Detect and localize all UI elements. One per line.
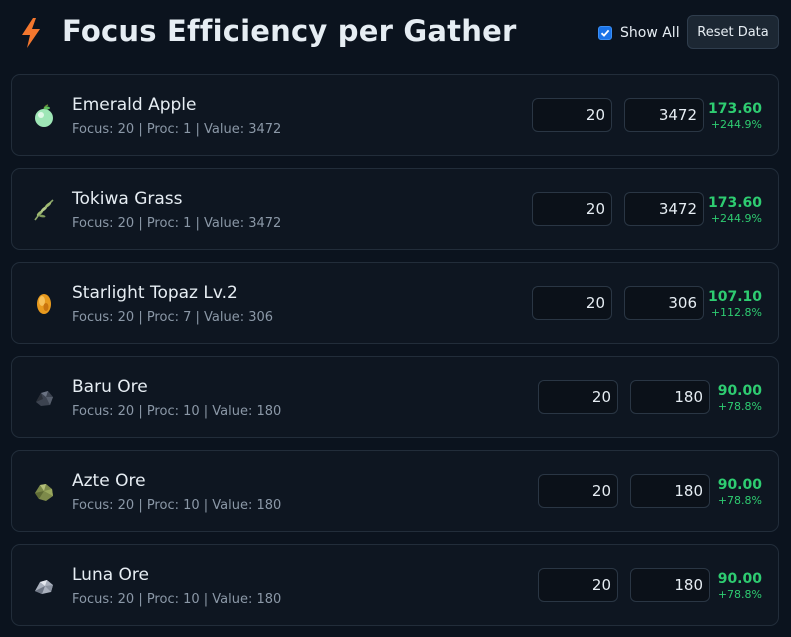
- item-meta: Focus: 20 | Proc: 10 | Value: 180: [72, 498, 282, 513]
- value-input[interactable]: [630, 474, 710, 508]
- efficiency-result: 173.60 +244.9%: [708, 100, 762, 132]
- focus-input[interactable]: [538, 568, 618, 602]
- topaz-icon: [32, 292, 56, 316]
- item-card-luna-ore: Luna Ore Focus: 20 | Proc: 10 | Value: 1…: [11, 544, 779, 626]
- focus-input[interactable]: [532, 192, 612, 226]
- efficiency-result: 90.00 +78.8%: [718, 382, 762, 414]
- efficiency-score: 90.00: [717, 383, 762, 399]
- efficiency-score: 173.60: [707, 101, 762, 117]
- reset-data-button[interactable]: Reset Data: [687, 15, 779, 49]
- ore-icon: [32, 480, 56, 504]
- item-meta: Focus: 20 | Proc: 10 | Value: 180: [72, 404, 282, 419]
- efficiency-percent: +112.8%: [710, 306, 762, 319]
- efficiency-result: 107.10 +112.8%: [708, 288, 762, 320]
- item-list: Emerald Apple Focus: 20 | Proc: 1 | Valu…: [11, 74, 779, 637]
- checkmark-icon: [600, 29, 610, 37]
- item-name: Baru Ore: [72, 377, 148, 397]
- value-input[interactable]: [624, 98, 704, 132]
- item-meta: Focus: 20 | Proc: 1 | Value: 3472: [72, 216, 282, 231]
- item-name: Tokiwa Grass: [72, 189, 183, 209]
- value-input[interactable]: [630, 568, 710, 602]
- focus-input[interactable]: [538, 474, 618, 508]
- ore-icon: [32, 386, 56, 410]
- item-card-azte-ore: Azte Ore Focus: 20 | Proc: 10 | Value: 1…: [11, 450, 779, 532]
- efficiency-percent: +244.9%: [710, 118, 762, 131]
- item-name: Luna Ore: [72, 565, 149, 585]
- efficiency-result: 90.00 +78.8%: [718, 476, 762, 508]
- item-name: Emerald Apple: [72, 95, 197, 115]
- efficiency-score: 90.00: [717, 571, 762, 587]
- focus-input[interactable]: [532, 98, 612, 132]
- item-name: Starlight Topaz Lv.2: [72, 283, 238, 303]
- efficiency-percent: +78.8%: [717, 400, 762, 413]
- focus-input[interactable]: [532, 286, 612, 320]
- ore-icon: [32, 574, 56, 598]
- efficiency-percent: +78.8%: [717, 588, 762, 601]
- page-title: Focus Efficiency per Gather: [62, 14, 517, 48]
- efficiency-result: 90.00 +78.8%: [718, 570, 762, 602]
- lightning-bolt-icon: [20, 18, 42, 48]
- item-card-tokiwa-grass: Tokiwa Grass Focus: 20 | Proc: 1 | Value…: [11, 168, 779, 250]
- efficiency-result: 173.60 +244.9%: [708, 194, 762, 226]
- apple-icon: [32, 104, 56, 128]
- item-meta: Focus: 20 | Proc: 7 | Value: 306: [72, 310, 274, 325]
- value-input[interactable]: [624, 286, 704, 320]
- efficiency-percent: +78.8%: [717, 494, 762, 507]
- efficiency-score: 107.10: [707, 289, 762, 305]
- item-name: Azte Ore: [72, 471, 146, 491]
- item-card-emerald-apple: Emerald Apple Focus: 20 | Proc: 1 | Valu…: [11, 74, 779, 156]
- show-all-toggle[interactable]: Show All: [598, 24, 680, 42]
- item-meta: Focus: 20 | Proc: 1 | Value: 3472: [72, 122, 282, 137]
- show-all-checkbox[interactable]: [598, 26, 612, 40]
- header: Focus Efficiency per Gather Show All Res…: [0, 0, 791, 68]
- efficiency-score: 90.00: [717, 477, 762, 493]
- item-card-starlight-topaz: Starlight Topaz Lv.2 Focus: 20 | Proc: 7…: [11, 262, 779, 344]
- value-input[interactable]: [624, 192, 704, 226]
- focus-input[interactable]: [538, 380, 618, 414]
- grass-icon: [32, 198, 56, 222]
- show-all-label: Show All: [620, 25, 680, 41]
- efficiency-percent: +244.9%: [710, 212, 762, 225]
- value-input[interactable]: [630, 380, 710, 414]
- item-card-baru-ore: Baru Ore Focus: 20 | Proc: 10 | Value: 1…: [11, 356, 779, 438]
- item-meta: Focus: 20 | Proc: 10 | Value: 180: [72, 592, 282, 607]
- efficiency-score: 173.60: [707, 195, 762, 211]
